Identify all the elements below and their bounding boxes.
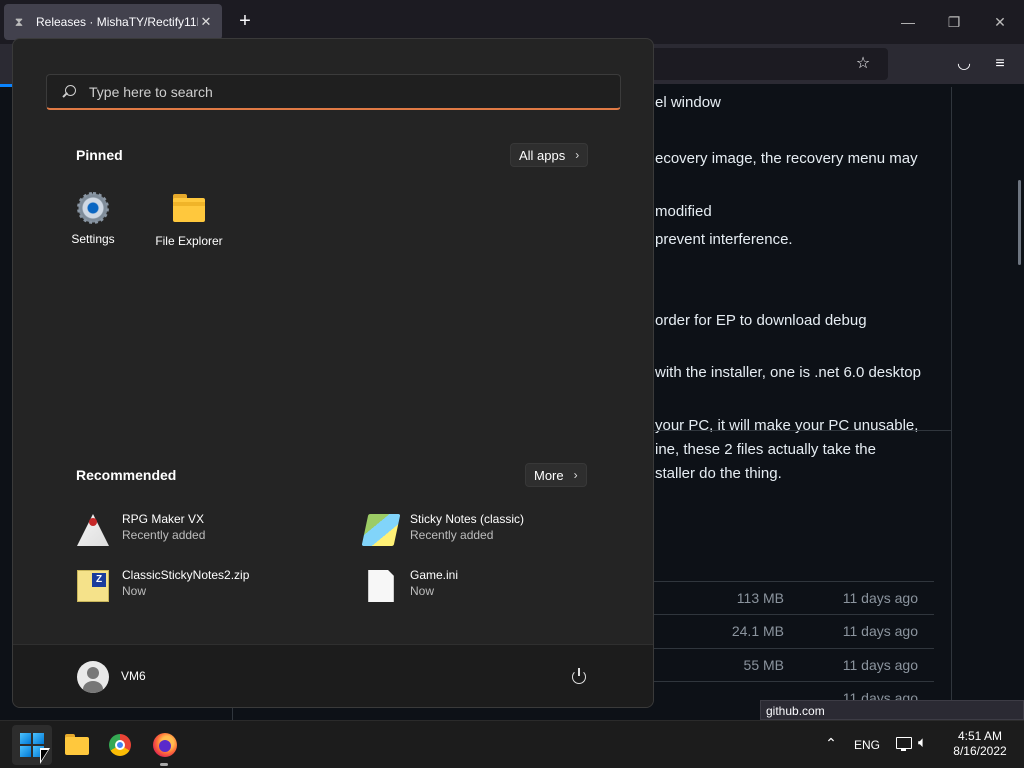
browser-tab[interactable]: ⧗ Releases · MishaTY/Rectify11Ins ✕ xyxy=(4,4,222,40)
pinned-app-label: Settings xyxy=(71,232,115,246)
settings-gear-icon xyxy=(77,192,109,224)
clock-time: 4:51 AM xyxy=(957,729,1003,743)
recommended-item[interactable]: Sticky Notes (classic) Recently added xyxy=(361,510,625,550)
input-language[interactable]: ENG xyxy=(854,738,880,768)
asset-row[interactable]: 11 days ago xyxy=(654,681,934,700)
user-avatar-icon[interactable] xyxy=(77,661,109,693)
pinned-app-settings[interactable]: Settings xyxy=(45,192,141,246)
taskbar-file-explorer[interactable] xyxy=(56,725,96,765)
chevron-right-icon: › xyxy=(575,148,580,162)
recommended-item-sub: Recently added xyxy=(122,528,206,542)
sticky-notes-icon xyxy=(361,514,401,546)
pocket-icon[interactable]: ◡ xyxy=(952,52,976,76)
pinned-heading: Pinned xyxy=(76,147,123,163)
recommended-heading: Recommended xyxy=(76,467,177,483)
user-name[interactable]: VM6 xyxy=(121,669,146,683)
pinned-app-label: File Explorer xyxy=(155,234,223,248)
mouse-cursor-icon xyxy=(40,748,50,764)
release-text-line: el window xyxy=(655,94,721,111)
asset-size: 113 MB xyxy=(736,590,784,606)
clock-date: 8/16/2022 xyxy=(953,744,1007,758)
release-text-line: prevent interference. xyxy=(655,231,793,248)
recommended-item-sub: Recently added xyxy=(410,528,494,542)
release-text-line: your PC, it will make your PC unusable, xyxy=(655,417,919,434)
release-text-line: staller do the thing. xyxy=(655,465,782,482)
recommended-item-sub: Now xyxy=(122,584,147,598)
restore-icon[interactable]: ❐ xyxy=(942,10,966,34)
search-placeholder: Type here to search xyxy=(89,83,213,100)
network-icon[interactable] xyxy=(894,734,914,754)
release-text-line: order for EP to download debug xyxy=(655,312,867,329)
tab-title: Releases · MishaTY/Rectify11Ins xyxy=(36,15,198,29)
hourglass-favicon-icon: ⧗ xyxy=(14,14,24,29)
asset-date: 11 days ago xyxy=(842,590,918,606)
close-window-icon[interactable]: ✕ xyxy=(988,10,1012,34)
recommended-item-name: ClassicStickyNotes2.zip xyxy=(122,568,250,582)
show-hidden-icons-chevron-icon[interactable]: ⌃ xyxy=(822,735,840,753)
start-search-input[interactable]: Type here to search xyxy=(46,74,621,110)
recommended-item[interactable]: Game.ini Now xyxy=(365,566,625,606)
bookmark-star-icon[interactable]: ☆ xyxy=(851,52,875,76)
search-icon xyxy=(61,84,77,100)
asset-date: 11 days ago xyxy=(842,690,918,700)
folder-icon xyxy=(173,194,205,226)
chevron-right-icon: › xyxy=(573,468,578,482)
start-menu: Type here to search Pinned All apps › Se… xyxy=(12,38,654,708)
recommended-item[interactable]: RPG Maker VX Recently added xyxy=(77,510,337,550)
asset-row[interactable]: 55 MB 11 days ago xyxy=(654,648,934,681)
minimize-icon[interactable]: — xyxy=(896,10,920,34)
page-scrollbar[interactable] xyxy=(1018,180,1021,265)
recommended-item-name: Sticky Notes (classic) xyxy=(410,512,525,526)
menu-hamburger-icon[interactable]: ≡ xyxy=(988,52,1012,76)
new-tab-button[interactable]: + xyxy=(234,10,256,32)
firefox-icon xyxy=(153,733,177,757)
release-text-line: ecovery image, the recovery menu may xyxy=(655,150,918,167)
file-icon xyxy=(368,570,394,602)
more-label: More xyxy=(534,467,564,483)
all-apps-label: All apps xyxy=(519,147,566,163)
asset-size: 24.1 MB xyxy=(731,623,784,639)
release-text-line: with the installer, one is .net 6.0 desk… xyxy=(655,364,921,381)
asset-row[interactable]: 113 MB 11 days ago xyxy=(654,581,934,614)
clock[interactable]: 4:51 AM 8/16/2022 xyxy=(950,729,1010,768)
running-indicator xyxy=(160,763,168,766)
asset-row[interactable]: 24.1 MB 11 days ago xyxy=(654,614,934,647)
asset-size: 55 MB xyxy=(743,657,784,673)
chrome-icon xyxy=(109,734,131,756)
rpg-maker-badge xyxy=(89,518,97,526)
divider xyxy=(654,430,951,431)
release-text-line: ine, these 2 files actually take the xyxy=(655,441,876,458)
power-icon[interactable] xyxy=(570,667,590,687)
start-footer: VM6 xyxy=(13,644,653,707)
all-apps-button[interactable]: All apps › xyxy=(510,143,589,167)
more-button[interactable]: More › xyxy=(525,463,587,487)
recommended-item-name: RPG Maker VX xyxy=(122,512,205,526)
taskbar-chrome[interactable] xyxy=(100,725,140,765)
asset-date: 11 days ago xyxy=(842,657,918,673)
asset-date: 11 days ago xyxy=(842,623,918,639)
recommended-item[interactable]: Z ClassicStickyNotes2.zip Now xyxy=(77,566,337,606)
zip-file-icon: Z xyxy=(77,570,109,602)
pinned-app-file-explorer[interactable]: File Explorer xyxy=(141,192,237,248)
taskbar: ⌃ ENG 🔈︎ 4:51 AM 8/16/2022 xyxy=(0,720,1024,768)
recommended-item-name: Game.ini xyxy=(410,568,459,582)
volume-icon[interactable]: 🔈︎ xyxy=(918,734,938,754)
release-text-line: modified xyxy=(655,203,712,220)
taskbar-firefox[interactable] xyxy=(144,725,184,766)
recommended-item-sub: Now xyxy=(410,584,435,598)
tab-close-icon[interactable]: ✕ xyxy=(198,14,214,30)
status-url-tooltip: github.com xyxy=(760,700,1024,720)
